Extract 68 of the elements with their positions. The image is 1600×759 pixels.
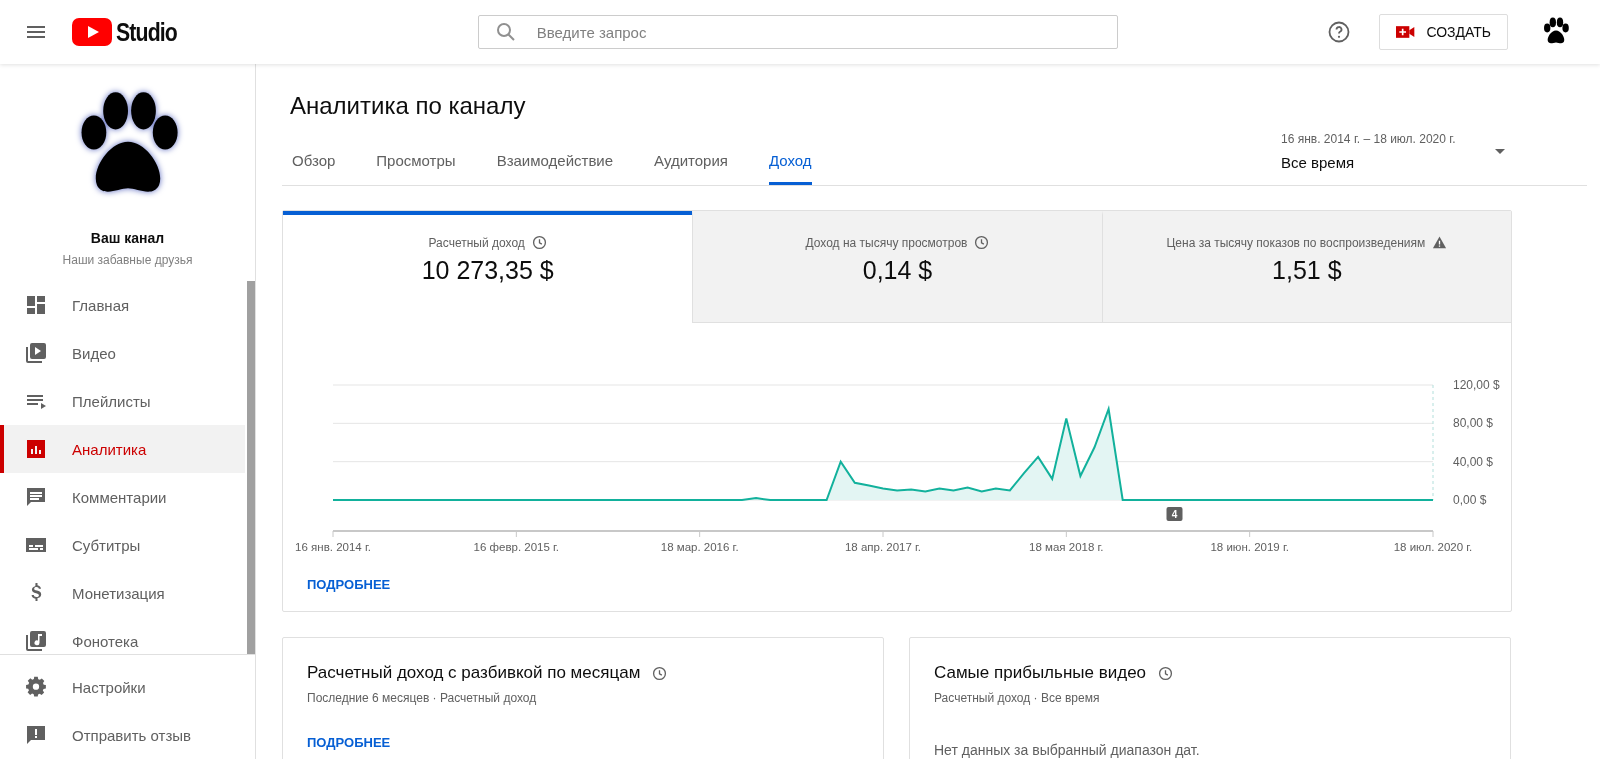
card-subtitle: Последние 6 месяцев · Расчетный доход: [307, 691, 538, 705]
y-axis-label: 80,00 $: [1453, 416, 1494, 431]
tab[interactable]: Обзор: [292, 140, 336, 185]
date-range-value: Все время: [1281, 154, 1356, 171]
sidebar-item[interactable]: Аналитика: [0, 425, 245, 473]
play-logo-icon: [72, 18, 112, 46]
more-link[interactable]: ПОДРОБНЕЕ: [307, 735, 391, 750]
y-axis-label: 40,00 $: [1453, 454, 1494, 469]
clock-icon: [974, 235, 990, 250]
date-range-label: 16 янв. 2014 г. – 18 июл. 2020 г.: [1281, 132, 1457, 146]
date-range-dropdown[interactable]: 16 янв. 2014 г. – 18 июл. 2020 г. Все время: [1281, 132, 1505, 185]
x-axis-label: 18 июн. 2019 г.: [1210, 541, 1289, 553]
bar-chart-icon: [24, 437, 48, 461]
clock-icon: [652, 665, 668, 681]
sidebar-item[interactable]: Главная: [0, 281, 245, 329]
search-field[interactable]: Введите запрос: [477, 15, 1118, 49]
channel-subtitle: Наши забавные друзья: [62, 253, 193, 267]
sidebar-item[interactable]: Субтитры: [0, 521, 245, 569]
settings-icon: [24, 675, 48, 699]
feedback-icon: [24, 723, 48, 747]
video-camera-icon: [1396, 25, 1417, 39]
help-icon[interactable]: [1327, 20, 1352, 44]
metric-label: Расчетный доход: [428, 235, 525, 250]
dashboard-icon: [24, 293, 48, 317]
x-axis-label: 18 мая 2018 г.: [1029, 541, 1104, 553]
x-axis-label: 16 янв. 2014 г.: [295, 541, 371, 553]
channel-name: Ваш канал: [90, 230, 165, 246]
y-axis-label: 120,00 $: [1453, 378, 1500, 392]
metric-label: Доход на тысячу просмотров: [805, 235, 968, 250]
card-title: Расчетный доход с разбивкой по месяцам: [307, 663, 641, 683]
scrollbar[interactable]: [247, 281, 255, 654]
metric-value: 1,51 $: [1272, 256, 1342, 285]
empty-message: Нет данных за выбранный диапазон дат.: [934, 742, 1201, 758]
more-link[interactable]: ПОДРОБНЕЕ: [307, 577, 391, 592]
sidebar-item[interactable]: Видео: [0, 329, 245, 377]
metric-tab[interactable]: Цена за тысячу показов по воспроизведениям 1,51 $: [1101, 211, 1511, 323]
music-icon: [24, 629, 48, 653]
sidebar-item[interactable]: Монетизация: [0, 569, 245, 617]
y-axis-label: 0,00 $: [1453, 493, 1487, 507]
tab[interactable]: Взаимодействие: [496, 140, 614, 185]
x-axis-label: 18 апр. 2017 г.: [844, 541, 922, 553]
tab[interactable]: Аудитория: [654, 140, 728, 185]
video-icon: [24, 341, 48, 365]
comment-icon: [24, 485, 48, 509]
page-title: Аналитика по каналу: [290, 92, 527, 120]
create-button[interactable]: СОЗДАТЬ: [1379, 14, 1508, 50]
x-axis-label: 18 мар. 2016 г.: [660, 541, 739, 553]
metric-label: Цена за тысячу показов по воспроизведениям: [1166, 235, 1426, 250]
tab[interactable]: Доход: [768, 140, 812, 185]
annotation-marker[interactable]: 4: [1166, 507, 1183, 521]
x-axis-label: 18 июл. 2020 г.: [1393, 541, 1473, 553]
tab[interactable]: Просмотры: [376, 140, 456, 185]
sidebar-item[interactable]: Отправить отзыв: [0, 711, 255, 759]
clock-icon: [1158, 665, 1174, 681]
sidebar-item[interactable]: Фонотека: [0, 617, 245, 654]
metric-value: 10 273,35 $: [421, 256, 554, 285]
sidebar-item[interactable]: Настройки: [0, 663, 255, 711]
clock-icon: [531, 235, 547, 250]
sidebar-item[interactable]: Плейлисты: [0, 377, 245, 425]
x-axis-label: 16 февр. 2015 г.: [473, 541, 560, 553]
logo-text: Studio: [116, 17, 177, 47]
warning-icon: [1432, 235, 1448, 250]
metric-tab[interactable]: Доход на тысячу просмотров 0,14 $: [692, 211, 1102, 323]
caret-icon: [1495, 149, 1505, 154]
card-subtitle: Расчетный доход · Все время: [934, 691, 1101, 705]
metric-value: 0,14 $: [862, 256, 933, 285]
sidebar-item[interactable]: Комментарии: [0, 473, 245, 521]
card-title: Самые прибыльные видео: [934, 663, 1147, 683]
